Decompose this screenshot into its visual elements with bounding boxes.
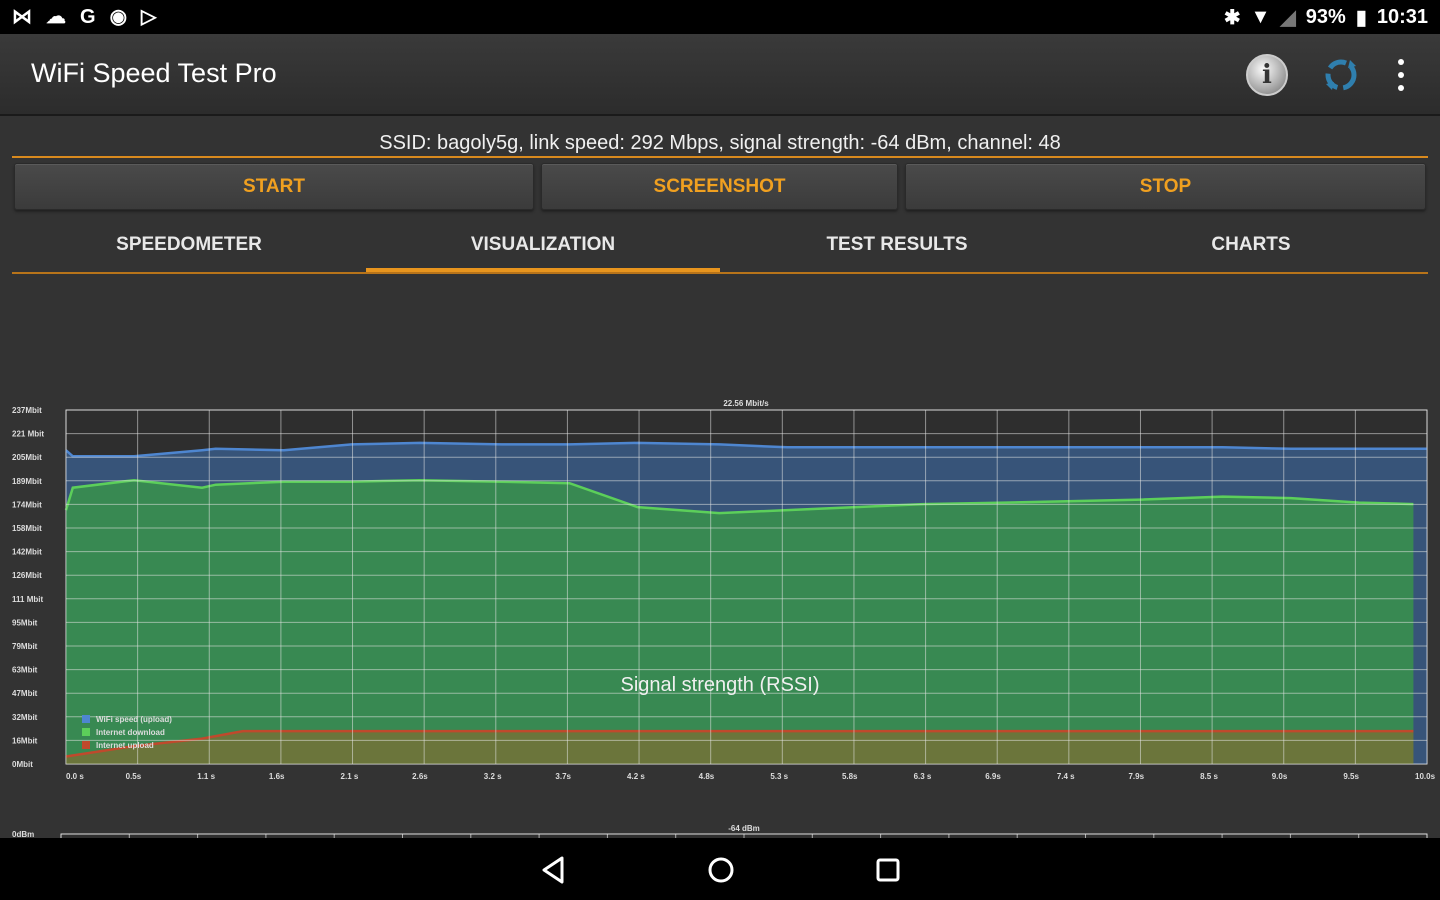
screenshot-button[interactable]: SCREENSHOT <box>541 163 898 210</box>
tab-visualization[interactable]: VISUALIZATION <box>366 220 720 270</box>
rssi-chart-value: -64 dBm <box>728 824 760 833</box>
back-icon[interactable] <box>536 852 572 888</box>
speed-xtick: 10.0s <box>1415 772 1436 781</box>
notification-icons: ⋈ ☁ G ◉ ▷ <box>12 6 156 28</box>
speed-xtick: 3.7s <box>555 772 571 781</box>
tab-speedometer[interactable]: SPEEDOMETER <box>12 220 366 270</box>
legend-swatch <box>82 728 90 736</box>
speed-ytick: 237Mbit <box>12 406 42 415</box>
speed-ytick: 189Mbit <box>12 477 42 486</box>
connection-info: SSID: bagoly5g, link speed: 292 Mbps, si… <box>379 132 1061 154</box>
app-title: WiFi Speed Test Pro <box>31 58 277 88</box>
start-button[interactable]: START <box>14 163 534 210</box>
overflow-menu-icon[interactable] <box>1388 56 1414 94</box>
clock: 10:31 <box>1376 6 1428 28</box>
speed-charts: 0Mbit16Mbit32Mbit47Mbit63Mbit79Mbit95Mbi… <box>12 399 1436 838</box>
speed-xtick: 6.3 s <box>914 772 932 781</box>
tab-charts[interactable]: CHARTS <box>1074 220 1428 270</box>
speed-xtick: 0.5s <box>126 772 142 781</box>
speed-xtick: 2.6s <box>412 772 428 781</box>
info-button[interactable]: i <box>1246 54 1288 96</box>
action-bar: WiFi Speed Test Pro i <box>0 34 1440 116</box>
speed-xtick: 9.5s <box>1343 772 1359 781</box>
rssi-ytick: 0dBm <box>12 830 34 838</box>
speed-ytick: 0Mbit <box>12 760 33 769</box>
info-icon: i <box>1262 60 1272 90</box>
tab-test-results[interactable]: TEST RESULTS <box>720 220 1074 270</box>
google-icon: G <box>80 6 96 28</box>
status-bar: ⋈ ☁ G ◉ ▷ ✱ ▼ ◢ 93% ▮ 10:31 <box>0 0 1440 34</box>
legend-label: Internet download <box>96 728 165 737</box>
signal-glyph-icon: ⋈ <box>12 6 32 28</box>
legend-label: WiFi speed (upload) <box>96 715 172 724</box>
legend-label: Internet upload <box>96 741 154 750</box>
speed-xtick: 5.8s <box>842 772 858 781</box>
speed-xtick: 0.0 s <box>66 772 84 781</box>
series-area-3 <box>66 731 1414 764</box>
speed-ytick: 221 Mbit <box>12 430 44 439</box>
speed-xtick: 1.1 s <box>197 772 215 781</box>
bluetooth-icon: ✱ <box>1223 7 1241 29</box>
rssi-chart-title: Signal strength (RSSI) <box>620 674 820 696</box>
speed-ytick: 79Mbit <box>12 642 38 651</box>
speed-xtick: 1.6s <box>269 772 285 781</box>
divider <box>12 156 1428 158</box>
sync-icon[interactable] <box>1320 54 1362 96</box>
speed-ytick: 158Mbit <box>12 524 42 533</box>
play-store-icon: ▷ <box>141 6 157 28</box>
no-sim-icon: ◢ <box>1280 7 1296 29</box>
circle-icon: ◉ <box>109 6 128 28</box>
stop-button[interactable]: STOP <box>905 163 1426 210</box>
speed-xtick: 5.3 s <box>770 772 788 781</box>
speed-ytick: 174Mbit <box>12 500 42 509</box>
speed-xtick: 8.5 s <box>1200 772 1218 781</box>
speed-ytick: 126Mbit <box>12 571 42 580</box>
speed-ytick: 16Mbit <box>12 736 38 745</box>
legend-swatch <box>82 715 90 723</box>
main-content: SSID: bagoly5g, link speed: 292 Mbps, si… <box>0 116 1440 838</box>
speed-xtick: 6.9s <box>985 772 1001 781</box>
speed-ytick: 205Mbit <box>12 453 42 462</box>
speed-xtick: 7.4 s <box>1057 772 1075 781</box>
recents-icon[interactable] <box>870 852 906 888</box>
speed-xtick: 7.9s <box>1128 772 1144 781</box>
speed-ytick: 142Mbit <box>12 548 42 557</box>
tab-divider <box>12 272 1428 274</box>
speed-ytick: 111 Mbit <box>12 595 43 604</box>
speed-xtick: 9.0s <box>1272 772 1288 781</box>
cloud-icon: ☁ <box>46 6 66 28</box>
battery-icon: ▮ <box>1355 7 1367 29</box>
speed-xtick: 4.2 s <box>627 772 645 781</box>
speed-xtick: 3.2 s <box>484 772 502 781</box>
legend-swatch <box>82 741 90 749</box>
speed-ytick: 95Mbit <box>12 618 38 627</box>
wifi-icon: ▼ <box>1250 6 1271 28</box>
speed-xtick: 4.8s <box>699 772 715 781</box>
speed-chart-title: 22.56 Mbit/s <box>723 399 769 408</box>
navigation-bar <box>0 838 1440 900</box>
speed-xtick: 2.1 s <box>341 772 359 781</box>
speed-ytick: 32Mbit <box>12 713 38 722</box>
system-status: ✱ ▼ ◢ 93% ▮ 10:31 <box>1224 5 1428 30</box>
battery-percent: 93% <box>1305 6 1346 28</box>
home-icon[interactable] <box>703 852 739 888</box>
